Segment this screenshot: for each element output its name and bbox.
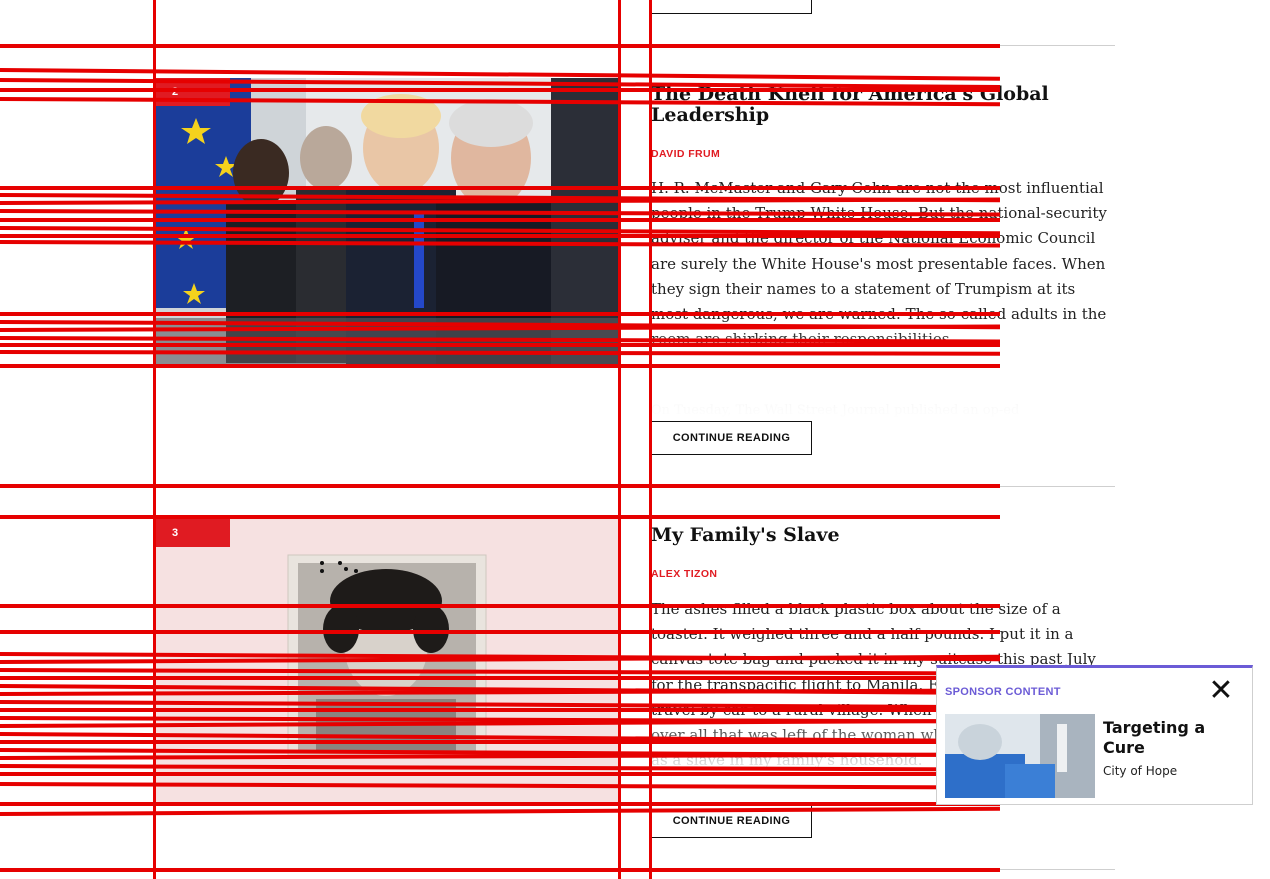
red-horizontal-line	[0, 802, 1000, 806]
red-horizontal-line	[0, 44, 1000, 48]
rank-badge: 3	[156, 519, 230, 547]
red-horizontal-line	[0, 186, 1000, 190]
red-horizontal-line	[0, 708, 1000, 712]
red-horizontal-line	[0, 630, 1000, 634]
article-author[interactable]: ALEX TIZON	[651, 568, 717, 580]
red-horizontal-line	[0, 676, 1000, 680]
article-excerpt-more: On Tuesday, The Wall Street Journal publ…	[651, 403, 1020, 418]
sponsored-card[interactable]: SPONSOR CONTENT ✕ Targeting a Cure City …	[936, 665, 1253, 805]
article-author[interactable]: DAVID FRUM	[651, 148, 720, 160]
red-horizontal-line	[0, 604, 1000, 608]
red-horizontal-line	[0, 312, 1000, 316]
red-horizontal-line	[0, 740, 1000, 744]
red-horizontal-line	[0, 806, 1000, 816]
sponsor-content-label: SPONSOR CONTENT	[945, 686, 1061, 698]
sponsored-by: City of Hope	[1103, 764, 1178, 778]
red-horizontal-line	[0, 234, 1000, 238]
red-horizontal-line	[0, 343, 1000, 347]
red-vertical-line	[618, 0, 621, 879]
sponsored-thumbnail[interactable]	[945, 714, 1095, 798]
red-horizontal-line	[0, 88, 1000, 92]
article-title[interactable]: My Family's Slave	[651, 525, 1121, 546]
red-horizontal-line	[0, 484, 1000, 488]
red-horizontal-line	[0, 868, 1000, 872]
red-vertical-line	[649, 0, 652, 879]
red-horizontal-line	[0, 772, 1000, 776]
continue-reading-button-top[interactable]: CONTINUE READING	[651, 0, 812, 14]
continue-reading-button[interactable]: CONTINUE READING	[651, 421, 812, 455]
red-horizontal-line	[0, 364, 1000, 368]
sponsored-title[interactable]: Targeting a Cure	[1103, 718, 1243, 758]
red-horizontal-line	[0, 218, 1000, 222]
red-vertical-line	[153, 0, 156, 879]
red-horizontal-line	[0, 515, 1000, 519]
close-icon[interactable]: ✕	[1206, 676, 1236, 706]
